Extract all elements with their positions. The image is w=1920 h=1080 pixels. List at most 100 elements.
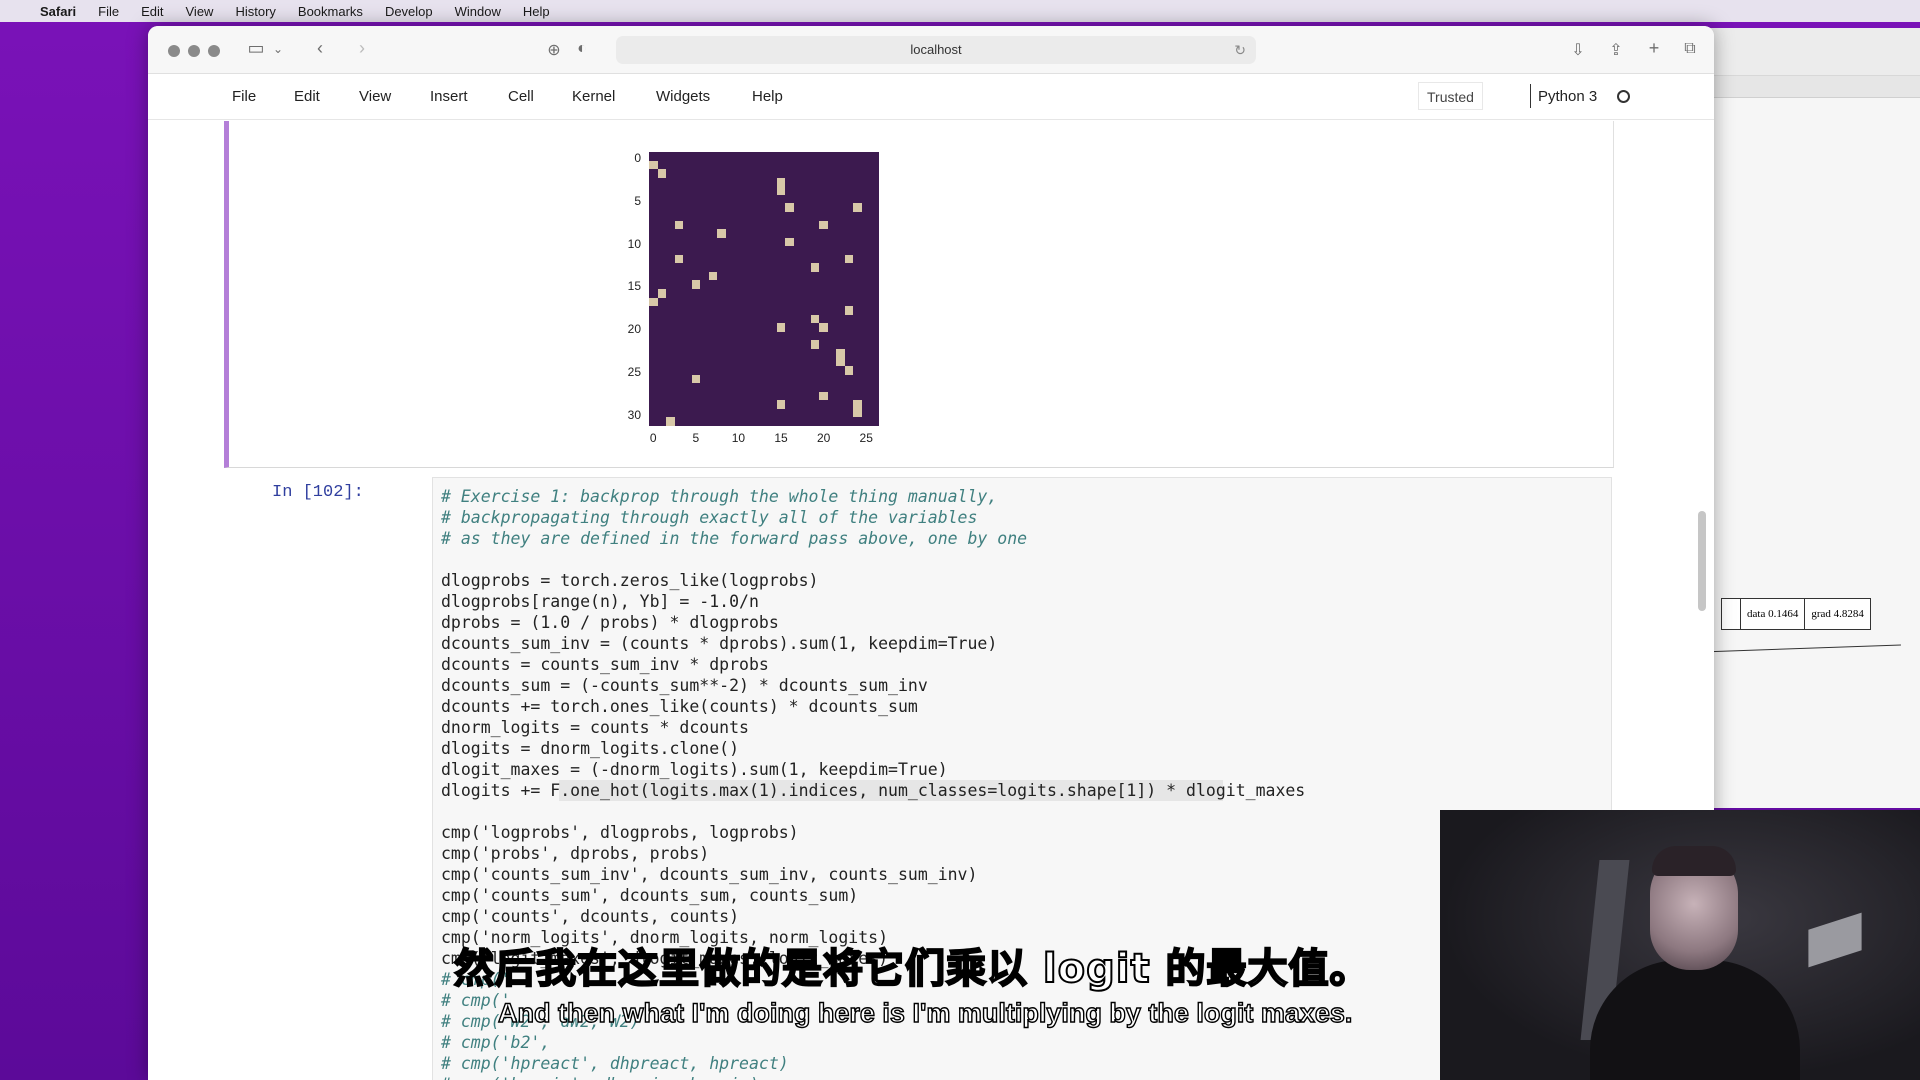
chevron-down-icon[interactable]: ⌄ [266, 42, 290, 56]
jupyter-menu-file[interactable]: File [232, 88, 256, 105]
heatmap-cell [776, 400, 786, 409]
heatmap-cell [819, 323, 828, 332]
code-line[interactable]: # as they are defined in the forward pas… [441, 528, 1305, 549]
code-line[interactable]: dlogprobs = torch.zeros_like(logprobs) [441, 570, 1305, 591]
code-line[interactable]: # cmp('bngain', dbngain, bngain) [441, 1074, 1305, 1080]
minimize-window-button[interactable] [188, 45, 200, 57]
jupyter-menu-kernel[interactable]: Kernel [572, 88, 615, 105]
privacy-report-icon[interactable]: ⊕ [542, 40, 566, 60]
menu-safari[interactable]: Safari [40, 4, 76, 19]
jupyter-menu-help[interactable]: Help [752, 88, 783, 105]
url-text: localhost [910, 42, 962, 57]
heatmap-cell [785, 237, 794, 247]
code-line[interactable]: # backpropagating through exactly all of… [441, 507, 1305, 528]
heatmap-x-tick: 25 [859, 431, 873, 445]
menu-window[interactable]: Window [455, 4, 501, 19]
webcam-overlay [1440, 810, 1920, 1080]
kernel-name[interactable]: Python 3 [1538, 88, 1597, 105]
heatmap-cell [810, 340, 820, 349]
code-line[interactable]: # Exercise 1: backprop through the whole… [441, 486, 1305, 507]
background-browser-window[interactable]: data 0.1464 grad 4.8284 [1700, 28, 1920, 808]
cell-prompt: In [102]: [272, 483, 364, 502]
code-line[interactable]: # cmp('b2', [441, 1032, 1305, 1053]
heatmap-cell [649, 160, 658, 170]
zoom-window-button[interactable] [208, 45, 220, 57]
scrollbar-thumb[interactable] [1698, 511, 1706, 611]
heatmap-y-tick: 15 [627, 279, 641, 294]
menu-help[interactable]: Help [523, 4, 550, 19]
menu-bookmarks[interactable]: Bookmarks [298, 4, 363, 19]
jupyter-menu-view[interactable]: View [359, 88, 391, 105]
address-bar[interactable]: localhost ↻ [616, 36, 1256, 64]
reload-icon[interactable]: ↻ [1234, 36, 1246, 64]
trusted-indicator[interactable]: Trusted [1418, 82, 1483, 110]
graph-node-grad: grad 4.8284 [1804, 599, 1870, 629]
close-window-button[interactable] [168, 45, 180, 57]
heatmap-x-tick: 15 [774, 431, 788, 445]
sidebar-icon[interactable]: ▭ [244, 38, 268, 59]
menu-file[interactable]: File [98, 4, 119, 19]
heatmap-cell [844, 254, 854, 264]
code-line[interactable]: dlogit_maxes = (-dnorm_logits).sum(1, ke… [441, 759, 1305, 780]
code-line[interactable]: dcounts_sum = (-counts_sum**-2) * dcount… [441, 675, 1305, 696]
forward-arrow-icon[interactable]: › [350, 38, 374, 59]
code-line[interactable]: dlogits = dnorm_logits.clone() [441, 738, 1305, 759]
menu-edit[interactable]: Edit [141, 4, 163, 19]
code-line[interactable]: dcounts = counts_sum_inv * dprobs [441, 654, 1305, 675]
code-line[interactable]: dcounts += torch.ones_like(counts) * dco… [441, 696, 1305, 717]
heatmap-y-tick: 0 [634, 151, 641, 165]
jupyter-menu-widgets[interactable]: Widgets [656, 88, 710, 105]
graph-node-label [1722, 599, 1740, 629]
heatmap-cell [708, 271, 718, 281]
code-line[interactable]: cmp('counts_sum', dcounts_sum, counts_su… [441, 885, 1305, 906]
safari-toolbar: ▭ ⌄ ‹ › ⊕ ◐ localhost ↻ ⇩ ⇪ + ⧉ [148, 26, 1714, 74]
code-line[interactable] [441, 801, 1305, 822]
heatmap-x-tick: 0 [649, 431, 657, 445]
code-line[interactable]: dcounts_sum_inv = (counts * dprobs).sum(… [441, 633, 1305, 654]
heatmap-y-tick: 30 [627, 407, 641, 422]
heatmap-cell [836, 348, 845, 358]
code-line[interactable]: dnorm_logits = counts * dcounts [441, 717, 1305, 738]
code-line[interactable]: dprobs = (1.0 / probs) * dlogprobs [441, 612, 1305, 633]
output-cell[interactable]: 0 5 10 15 20 25 30 0 5 10 15 20 25 [224, 121, 1614, 468]
tab-overview-icon[interactable]: ⧉ [1678, 40, 1702, 58]
code-line[interactable]: dlogprobs[range(n), Yb] = -1.0/n [441, 591, 1305, 612]
jupyter-menu-edit[interactable]: Edit [294, 88, 320, 105]
heatmap-cell [657, 169, 667, 178]
graph-node-data: data 0.1464 [1740, 599, 1804, 629]
presenter-hair [1652, 846, 1736, 876]
jupyter-menu-cell[interactable]: Cell [508, 88, 534, 105]
heatmap-plot [649, 152, 879, 426]
jupyter-menu-insert[interactable]: Insert [430, 88, 468, 105]
code-line[interactable]: cmp('counts', dcounts, counts) [441, 906, 1305, 927]
heatmap-x-tick: 10 [731, 431, 746, 445]
menu-develop[interactable]: Develop [385, 4, 433, 19]
code-line[interactable]: cmp('probs', dprobs, probs) [441, 843, 1305, 864]
code-line[interactable] [441, 549, 1305, 570]
subtitle-english: And then what I'm doing here is I'm mult… [497, 997, 1353, 1028]
shield-icon[interactable]: ◐ [570, 40, 594, 58]
heatmap-cell [810, 314, 820, 324]
heatmap-cell [844, 366, 854, 375]
heatmap-cell [776, 186, 786, 195]
code-line[interactable]: cmp('counts_sum_inv', dcounts_sum_inv, c… [441, 864, 1305, 885]
share-icon[interactable]: ⇪ [1604, 40, 1628, 60]
heatmap-cell [819, 391, 828, 401]
subtitle-chinese: 然后我在这里做的是将它们乘以 logit 的最大值。 [453, 945, 1371, 993]
graph-edge [1701, 644, 1901, 653]
heatmap-cell [853, 400, 862, 409]
download-icon[interactable]: ⇩ [1566, 40, 1590, 60]
back-arrow-icon[interactable]: ‹ [308, 38, 332, 59]
heatmap-cell [717, 229, 726, 238]
code-line[interactable]: cmp('logprobs', dlogprobs, logprobs) [441, 822, 1305, 843]
heatmap-cell [674, 220, 684, 230]
code-line[interactable]: dlogits += F.one_hot(logits.max(1).indic… [441, 780, 1306, 801]
menu-view[interactable]: View [186, 4, 214, 19]
heatmap-cell [776, 177, 786, 187]
heatmap-cell [691, 280, 701, 289]
heatmap-y-tick: 25 [627, 365, 641, 380]
new-tab-icon[interactable]: + [1642, 38, 1666, 59]
code-line[interactable]: # cmp('hpreact', dhpreact, hpreact) [441, 1053, 1305, 1074]
menu-history[interactable]: History [235, 4, 275, 19]
heatmap-cell [649, 297, 658, 307]
